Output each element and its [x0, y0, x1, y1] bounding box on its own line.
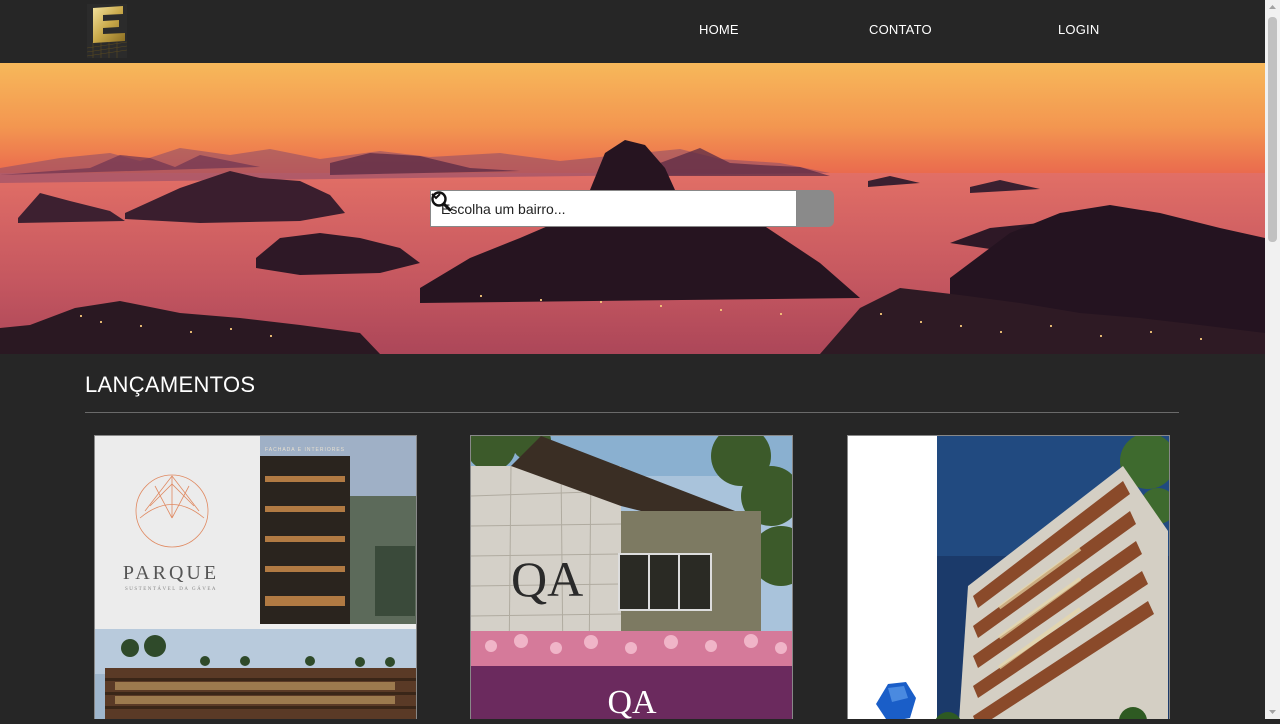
- site-header: HOME CONTATO LOGIN: [0, 0, 1265, 63]
- card-caption-parque: FACHADA E INTERIORES: [265, 447, 345, 453]
- search-icon: [431, 191, 452, 212]
- neighborhood-search: Escolha um bairro...: [430, 190, 834, 227]
- page-scrollbar[interactable]: [1265, 0, 1280, 719]
- launch-card-parque[interactable]: PARQUE SUSTENTÁVEL DA GÁVEA FACHADA E IN…: [94, 435, 417, 719]
- card-label-qa: QA: [607, 684, 657, 719]
- nav-home-link[interactable]: HOME: [699, 22, 739, 37]
- section-title: LANÇAMENTOS: [85, 372, 256, 397]
- neighborhood-select-wrapper: Escolha um bairro...: [430, 190, 797, 227]
- nav-login-link[interactable]: LOGIN: [1058, 22, 1099, 37]
- logo-e-icon: [86, 4, 128, 58]
- scroll-up-arrow-icon[interactable]: [1265, 0, 1280, 15]
- launch-card-image: [848, 436, 1169, 719]
- card-brand-parque: PARQUE: [123, 562, 219, 584]
- section-divider: [85, 412, 1179, 413]
- card-subtitle-parque: SUSTENTÁVEL DA GÁVEA: [125, 586, 217, 592]
- nav-contato-link[interactable]: CONTATO: [869, 22, 932, 37]
- launch-card-qa[interactable]: QA QA: [470, 435, 793, 719]
- neighborhood-select[interactable]: Escolha um bairro...: [430, 190, 797, 227]
- launch-card-image: QA QA: [471, 436, 792, 719]
- page: HOME CONTATO LOGIN Escolha um bairro... …: [0, 0, 1265, 719]
- scroll-down-arrow-icon[interactable]: [1265, 704, 1280, 719]
- scroll-thumb[interactable]: [1268, 17, 1277, 242]
- card-brand-qa: QA: [511, 551, 583, 607]
- launch-card-tower[interactable]: [847, 435, 1170, 719]
- hero-banner: Escolha um bairro...: [0, 63, 1265, 354]
- search-button[interactable]: [431, 190, 834, 227]
- logo[interactable]: [85, 2, 129, 60]
- launch-card-image: PARQUE SUSTENTÁVEL DA GÁVEA FACHADA E IN…: [95, 436, 416, 719]
